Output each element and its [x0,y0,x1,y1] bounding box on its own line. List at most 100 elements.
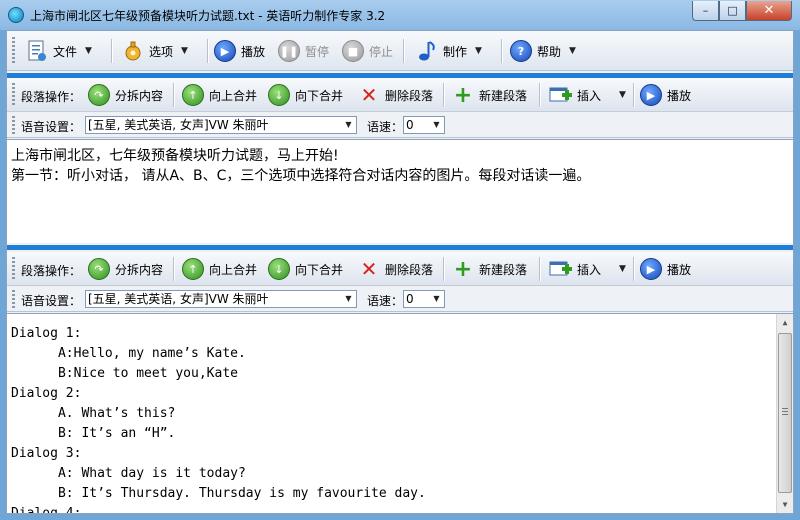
merge-down-button[interactable]: ↓ 向下合并 [267,81,343,109]
voice-settings-label: 语音设置： [21,120,82,134]
new-label: 新建段落 [479,88,528,103]
file-menu-button[interactable]: 文件 ▼ [25,37,92,65]
help-label: 帮助 [537,44,562,59]
text-line: Dialog 1: [11,326,82,341]
play-button[interactable]: ▶ 播放 [213,37,265,65]
new-paragraph-button[interactable]: + 新建段落 [451,81,527,109]
file-label: 文件 [53,44,78,59]
options-menu-button[interactable]: 选项 ▼ [121,37,188,65]
scroll-up-arrow-icon[interactable]: ▲ [777,314,793,331]
insert-label: 插入 [577,262,602,277]
delete-paragraph-button[interactable]: ✕ 删除段落 [357,81,433,109]
document-icon [25,39,49,63]
toolbar-grip[interactable] [12,83,15,107]
new-label: 新建段落 [479,262,528,277]
text-line: Dialog 3: [11,446,82,461]
text-line: 上海市闸北区，七年级预备模块听力试题，马上开始! [11,148,339,164]
play-label: 播放 [667,262,692,277]
text-line: A:Hello, my name’s Kate. [11,346,246,361]
panel-play-button[interactable]: ▶ 播放 [639,255,691,283]
scroll-thumb[interactable] [778,333,792,493]
help-menu-button[interactable]: ? 帮助 ▼ [509,37,576,65]
stop-button[interactable]: ■ 停止 [341,37,393,65]
arrow-down-icon: ↓ [267,257,291,281]
pause-button[interactable]: ❚❚ 暂停 [277,37,329,65]
merge-down-label: 向下合并 [295,88,344,103]
separator [173,83,174,107]
maximize-button[interactable]: □ [719,1,746,21]
music-note-icon [415,39,439,63]
text-line: 第一节：听小对话， 请从A、B、C，三个选项中选择符合对话内容的图片。每段对话读… [11,168,591,184]
merge-down-label: 向下合并 [295,262,344,277]
merge-up-label: 向上合并 [209,262,258,277]
insert-icon [549,83,573,107]
play-icon: ▶ [213,39,237,63]
insert-label: 插入 [577,88,602,103]
client-area: 文件 ▼ 选项 ▼ ▶ 播放 ❚❚ 暂停 ■ 停止 制作 ▼ ? 帮助 ▼ 段落… [6,30,794,514]
split-button[interactable]: ↷ 分拆内容 [87,255,163,283]
options-label: 选项 [149,44,174,59]
vertical-scrollbar[interactable]: ▲ ▼ [776,314,793,513]
pause-icon: ❚❚ [277,39,301,63]
delete-label: 删除段落 [385,262,434,277]
delete-paragraph-button[interactable]: ✕ 删除段落 [357,255,433,283]
speed-label: 语速： [367,294,404,308]
toolbar-grip[interactable] [12,290,15,308]
speed-select[interactable]: 0 ▼ [403,290,445,308]
voice-select[interactable]: [五星, 美式英语, 女声]VW 朱丽叶 ▼ [85,116,357,134]
toolbar-grip[interactable] [12,257,15,281]
toolbar-grip[interactable] [12,116,15,134]
separator [443,83,444,107]
separator [539,257,540,281]
voice-select[interactable]: [五星, 美式英语, 女声]VW 朱丽叶 ▼ [85,290,357,308]
scroll-down-arrow-icon[interactable]: ▼ [777,496,793,513]
separator [207,39,208,63]
paragraph-ops-label: 段落操作： [21,264,82,278]
merge-up-label: 向上合并 [209,88,258,103]
arrow-down-icon: ↓ [267,83,291,107]
plus-icon: + [453,82,473,108]
title-bar: 上海市闸北区七年级预备模块听力试题.txt - 英语听力制作专家 3.2 – □… [0,0,800,30]
panel1-text-editor[interactable]: 上海市闸北区，七年级预备模块听力试题，马上开始! 第一节：听小对话， 请从A、B… [7,139,793,243]
separator [173,257,174,281]
delete-label: 删除段落 [385,88,434,103]
toolbar-grip[interactable] [12,37,15,65]
insert-menu-button[interactable]: 插入 ▼ [549,255,626,283]
play-label: 播放 [667,88,692,103]
text-line: B:Nice to meet you,Kate [11,366,238,381]
split-label: 分拆内容 [115,88,164,103]
delete-x-icon: ✕ [360,83,378,107]
window-title: 上海市闸北区七年级预备模块听力试题.txt - 英语听力制作专家 3.2 [30,9,386,23]
panel-play-button[interactable]: ▶ 播放 [639,81,691,109]
play-icon: ▶ [639,257,663,281]
close-button[interactable]: ✕ [746,1,792,21]
merge-up-button[interactable]: ↑ 向上合并 [181,255,257,283]
text-line: Dialog 4: [7,504,793,513]
split-button[interactable]: ↷ 分拆内容 [87,81,163,109]
paragraph-ops-label: 段落操作： [21,90,82,104]
voice-select-value: [五星, 美式英语, 女声]VW 朱丽叶 [88,118,269,132]
split-arrow-icon: ↷ [87,257,111,281]
make-label: 制作 [443,44,468,59]
separator [403,39,404,63]
separator [633,83,634,107]
new-paragraph-button[interactable]: + 新建段落 [451,255,527,283]
separator [111,39,112,63]
gear-icon [121,39,145,63]
panel2-voice-bar: 语音设置： [五星, 美式英语, 女声]VW 朱丽叶 ▼ 语速： 0 ▼ [7,287,793,312]
merge-down-button[interactable]: ↓ 向下合并 [267,255,343,283]
speed-select[interactable]: 0 ▼ [403,116,445,134]
plus-icon: + [453,256,473,282]
chevron-down-icon: ▼ [569,46,576,56]
insert-menu-button[interactable]: 插入 ▼ [549,81,626,109]
minimize-button[interactable]: – [692,1,719,21]
merge-up-button[interactable]: ↑ 向上合并 [181,81,257,109]
voice-settings-label: 语音设置： [21,294,82,308]
chevron-down-icon: ▼ [181,46,188,56]
chevron-down-icon: ▼ [433,120,440,129]
chevron-down-icon: ▼ [433,294,440,303]
text-line: Dialog 2: [11,386,82,401]
play-icon: ▶ [639,83,663,107]
panel2-text-editor[interactable]: Dialog 1: A:Hello, my name’s Kate. B:Nic… [7,313,793,513]
make-menu-button[interactable]: 制作 ▼ [415,37,482,65]
